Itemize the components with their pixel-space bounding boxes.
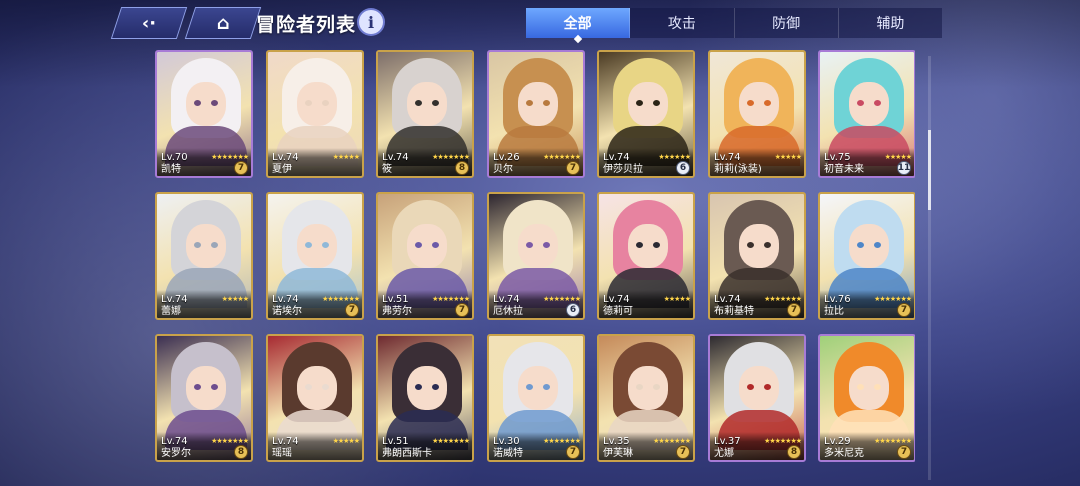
star-rating: ★★★★★★★ [432, 437, 470, 445]
star-rating: ★★★★★★★ [543, 153, 581, 161]
adventurer-name: 多米尼克 [824, 448, 864, 459]
adventurer-name: 凯特 [161, 164, 181, 175]
adventurer-card[interactable]: Lv.26 ★★★★★★★ 贝尔 7 [487, 50, 585, 178]
info-icon: i [367, 12, 375, 32]
rank-badge: 11 [897, 161, 911, 175]
star-rating: ★★★★★★★ [874, 437, 912, 445]
star-rating: ★★★★★★★ [653, 437, 691, 445]
adventurer-name: 弗劳尔 [382, 306, 412, 317]
rank-badge: 7 [897, 303, 911, 317]
star-rating: ★★★★★★★ [764, 437, 802, 445]
star-rating: ★★★★★★★ [543, 295, 581, 303]
adventurer-name: 厄休拉 [493, 306, 523, 317]
adventurer-card[interactable]: Lv.29 ★★★★★★★ 多米尼克 7 [818, 334, 915, 462]
rank-badge: 7 [566, 161, 580, 175]
adventurer-name: 安罗尔 [161, 448, 191, 459]
rank-badge: 8 [455, 161, 469, 175]
star-rating: ★★★★★ [221, 295, 249, 303]
adventurer-name: 布莉基特 [714, 306, 754, 317]
back-button[interactable]: ‹· [110, 7, 188, 39]
star-rating: ★★★★★ [663, 295, 691, 303]
rank-badge: 6 [676, 161, 690, 175]
adventurer-card[interactable]: Lv.74 ★★★★★ 莉莉(泳装) [708, 50, 806, 178]
star-rating: ★★★★★ [332, 437, 360, 445]
star-rating: ★★★★★★★ [211, 153, 249, 161]
tab-label: 辅助 [876, 16, 905, 32]
adventurer-name: 夏伊 [272, 164, 292, 175]
adventurer-name: 诺埃尔 [272, 306, 302, 317]
adventurer-name: 蕾娜 [161, 306, 181, 317]
adventurer-grid: Lv.70 ★★★★★★★ 凯特 7 Lv.74 ★★★★★ 夏伊 Lv.74 … [155, 50, 915, 486]
back-icon: ‹· [141, 12, 157, 34]
star-rating: ★★★★★★★ [432, 153, 470, 161]
adventurer-name: 伊莎贝拉 [603, 164, 643, 175]
adventurer-card[interactable]: Lv.70 ★★★★★★★ 凯特 7 [155, 50, 253, 178]
adventurer-card[interactable]: Lv.37 ★★★★★★★ 尤娜 8 [708, 334, 806, 462]
star-rating: ★★★★★★ [658, 153, 691, 161]
rank-badge: 8 [234, 445, 248, 459]
adventurer-name: 拉比 [824, 306, 844, 317]
adventurer-name: 诺威特 [493, 448, 523, 459]
tab-attack[interactable]: 攻击 [630, 8, 735, 38]
star-rating: ★★★★★★★ [432, 295, 470, 303]
adventurer-card[interactable]: Lv.76 ★★★★★★★ 拉比 7 [818, 192, 915, 320]
star-rating: ★★★★★ [774, 153, 802, 161]
adventurer-card[interactable]: Lv.51 ★★★★★★★ 弗劳尔 7 [376, 192, 474, 320]
adventurer-name: 瑶瑶 [272, 448, 292, 459]
adventurer-card[interactable]: Lv.30 ★★★★★★★ 诺威特 7 [487, 334, 585, 462]
star-rating: ★★★★★ [884, 153, 912, 161]
home-button[interactable]: ⌂ [184, 7, 262, 39]
rank-badge: 7 [787, 303, 801, 317]
tab-label: 全部 [563, 16, 592, 32]
tab-label: 攻击 [667, 16, 696, 32]
rank-badge: 7 [234, 161, 248, 175]
adventurer-card[interactable]: Lv.74 ★★★★★ 瑶瑶 [266, 334, 364, 462]
scrollbar-track[interactable] [928, 56, 931, 480]
scrollbar-thumb[interactable] [928, 130, 931, 210]
filter-tabs: 全部 攻击 防御 辅助 [526, 8, 942, 38]
page-title: 冒险者列表 [256, 14, 357, 36]
adventurer-name: 贝尔 [493, 164, 513, 175]
home-icon: ⌂ [216, 12, 230, 34]
rank-badge: 7 [345, 303, 359, 317]
adventurer-name: 筱 [382, 164, 392, 175]
tab-label: 防御 [772, 16, 801, 32]
star-rating: ★★★★★★★ [543, 437, 581, 445]
tab-all[interactable]: 全部 [526, 8, 631, 38]
rank-badge: 6 [566, 303, 580, 317]
star-rating: ★★★★★★★ [764, 295, 802, 303]
adventurer-name: 尤娜 [714, 448, 734, 459]
info-button[interactable]: i [359, 10, 383, 34]
rank-badge: 7 [455, 303, 469, 317]
adventurer-name: 伊芙琳 [603, 448, 633, 459]
tab-defense[interactable]: 防御 [735, 8, 839, 38]
adventurer-card[interactable]: Lv.74 ★★★★★★★ 诺埃尔 7 [266, 192, 364, 320]
adventurer-card[interactable]: Lv.74 ★★★★★★ 伊莎贝拉 6 [597, 50, 695, 178]
adventurer-name: 初音未来 [824, 164, 864, 175]
adventurer-name: 莉莉(泳装) [714, 164, 762, 175]
adventurer-card[interactable]: Lv.74 ★★★★★ 德莉可 [597, 192, 695, 320]
adventurer-card[interactable]: Lv.74 ★★★★★★★ 布莉基特 7 [708, 192, 806, 320]
adventurer-card[interactable]: Lv.35 ★★★★★★★ 伊芙琳 7 [597, 334, 695, 462]
rank-badge: 7 [897, 445, 911, 459]
adventurer-card[interactable]: Lv.74 ★★★★★★★ 筱 8 [376, 50, 474, 178]
star-rating: ★★★★★★★ [874, 295, 912, 303]
adventurer-card[interactable]: Lv.74 ★★★★★★★ 厄休拉 6 [487, 192, 585, 320]
adventurer-name: 弗朗西斯卡 [382, 448, 432, 459]
adventurer-card[interactable]: Lv.74 ★★★★★ 蕾娜 [155, 192, 253, 320]
star-rating: ★★★★★★★ [322, 295, 360, 303]
star-rating: ★★★★★★★ [211, 437, 249, 445]
top-bar: ‹· ⌂ 冒险者列表 i 全部 攻击 防御 辅助 [0, 0, 1080, 46]
adventurer-card[interactable]: Lv.74 ★★★★★★★ 安罗尔 8 [155, 334, 253, 462]
tab-support[interactable]: 辅助 [839, 8, 942, 38]
adventurer-card[interactable]: Lv.74 ★★★★★ 夏伊 [266, 50, 364, 178]
adventurer-card[interactable]: Lv.75 ★★★★★ 初音未来 11 [818, 50, 915, 178]
rank-badge: 7 [676, 445, 690, 459]
star-rating: ★★★★★ [332, 153, 360, 161]
adventurer-card[interactable]: Lv.51 ★★★★★★★ 弗朗西斯卡 [376, 334, 474, 462]
rank-badge: 8 [787, 445, 801, 459]
rank-badge: 7 [566, 445, 580, 459]
adventurer-name: 德莉可 [603, 306, 633, 317]
